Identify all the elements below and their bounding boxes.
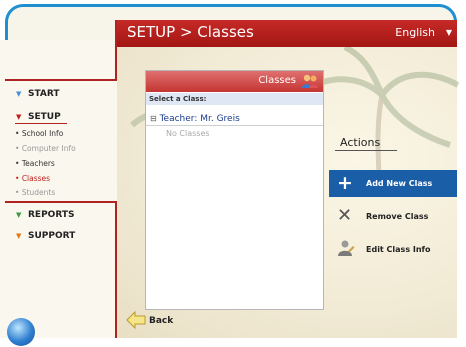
subitem-label: Teachers — [21, 159, 55, 168]
page-header: SETUP > Classes English ▼ — [117, 20, 457, 47]
back-arrow-icon — [126, 311, 146, 329]
add-new-class-button[interactable]: + Add New Class — [329, 170, 457, 197]
edit-class-info-button[interactable]: Edit Class Info — [329, 236, 457, 263]
remove-class-button[interactable]: ✕ Remove Class — [329, 203, 457, 230]
start-orb-icon[interactable] — [7, 318, 35, 346]
close-icon: ✕ — [337, 205, 353, 226]
people-icon — [302, 74, 318, 88]
plus-icon: + — [337, 172, 353, 194]
sidebar-subitem-school-info[interactable]: • School Info — [15, 129, 63, 138]
panel-header: Classes — [146, 71, 323, 92]
subitem-label: Classes — [21, 174, 51, 183]
sidebar-item-label: REPORTS — [28, 210, 75, 220]
sidebar-item-label: SETUP — [28, 112, 61, 122]
action-label: Add New Class — [366, 179, 433, 188]
empty-state-text: No Classes — [166, 129, 210, 138]
collapse-icon[interactable]: ⊟ — [150, 114, 157, 123]
triangle-icon: ▼ — [16, 232, 22, 240]
chevron-down-icon[interactable]: ▼ — [446, 28, 452, 37]
sidebar-subitem-classes[interactable]: • Classes — [15, 174, 50, 183]
triangle-icon: ▼ — [16, 113, 22, 121]
divider — [335, 150, 397, 151]
divider — [5, 79, 117, 81]
classes-panel: Classes Select a Class: ⊟ Teacher: Mr. G… — [145, 70, 324, 310]
action-label: Remove Class — [366, 212, 429, 221]
back-button[interactable]: Back — [126, 311, 186, 331]
app-window: SETUP > Classes English ▼ ▼ START ▼ SETU… — [0, 0, 466, 347]
action-label: Edit Class Info — [366, 245, 431, 254]
sidebar-item-label: START — [28, 89, 60, 99]
sidebar-subitem-computer-info[interactable]: • Computer Info — [15, 144, 76, 153]
panel-title: Classes — [258, 75, 296, 86]
teacher-name: Teacher: Mr. Greis — [159, 114, 240, 124]
sidebar-item-label: SUPPORT — [28, 231, 76, 241]
subitem-label: Computer Info — [21, 144, 76, 153]
language-selector[interactable]: English — [395, 26, 435, 39]
sidebar-subitem-teachers[interactable]: • Teachers — [15, 159, 55, 168]
subitem-label: School Info — [21, 129, 64, 138]
actions-heading: Actions — [340, 136, 381, 149]
divider — [115, 201, 117, 338]
page-title: SETUP > Classes — [127, 23, 254, 41]
back-label: Back — [149, 316, 174, 326]
subitem-label: Students — [21, 188, 56, 197]
divider — [15, 123, 67, 124]
triangle-icon: ▼ — [16, 211, 22, 219]
triangle-icon: ▼ — [16, 90, 22, 98]
edit-user-icon — [338, 240, 355, 256]
divider — [5, 201, 117, 203]
select-class-label: Select a Class: — [146, 93, 323, 105]
sidebar-subitem-students[interactable]: • Students — [15, 188, 55, 197]
teacher-tree-item[interactable]: ⊟ Teacher: Mr. Greis — [146, 112, 323, 126]
